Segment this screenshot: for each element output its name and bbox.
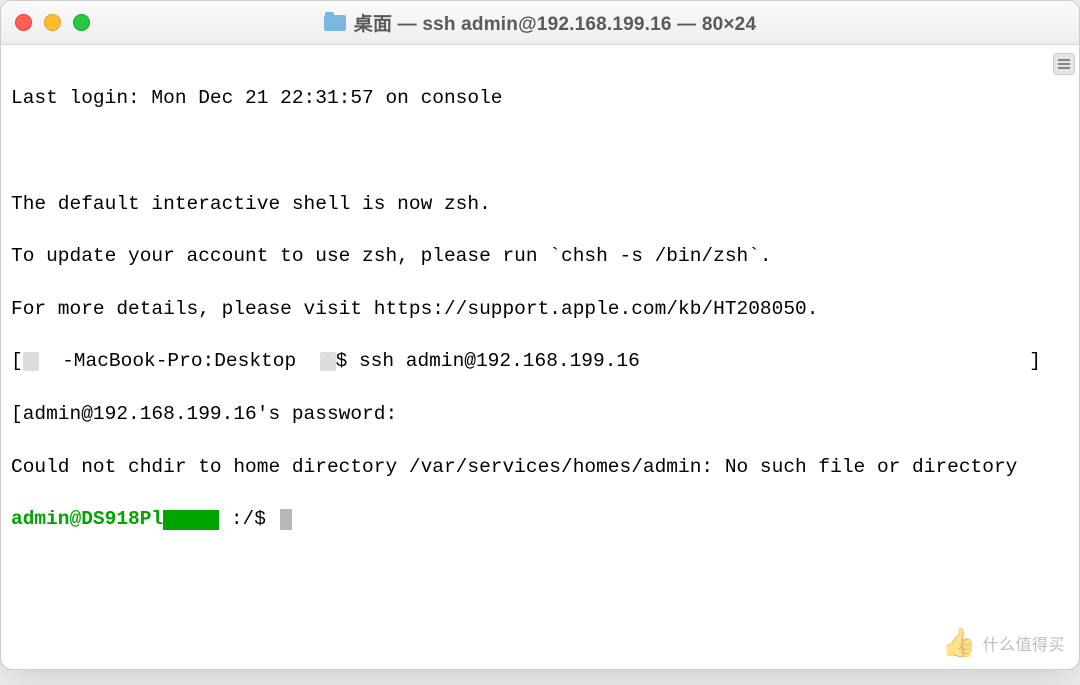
watermark-text: 什么值得买: [982, 631, 1065, 655]
traffic-lights: [15, 14, 90, 31]
titlebar: 桌面 — ssh admin@192.168.199.16 — 80×24: [1, 1, 1079, 45]
prompt-path: :/$: [219, 508, 278, 530]
terminal-line: Last login: Mon Dec 21 22:31:57 on conso…: [11, 85, 1069, 111]
terminal-line: Could not chdir to home directory /var/s…: [11, 454, 1069, 480]
terminal-output[interactable]: Last login: Mon Dec 21 22:31:57 on conso…: [1, 45, 1079, 669]
terminal-line: [11, 138, 1069, 164]
thumb-icon: 👍: [942, 626, 977, 659]
minimize-button[interactable]: [44, 14, 61, 31]
redacted-icon: [320, 352, 336, 372]
bracket: ]: [1029, 348, 1069, 374]
terminal-line: The default interactive shell is now zsh…: [11, 191, 1069, 217]
prompt-user: admin@DS918Pl: [11, 508, 163, 530]
window-title: 桌面 — ssh admin@192.168.199.16 — 80×24: [354, 9, 756, 36]
command-text: $ ssh admin@192.168.199.16: [336, 350, 640, 372]
scroll-indicator[interactable]: [1053, 53, 1075, 75]
folder-icon: [324, 15, 346, 31]
redacted-icon: [23, 352, 39, 372]
terminal-window: 桌面 — ssh admin@192.168.199.16 — 80×24 La…: [0, 0, 1080, 670]
terminal-line: [ -MacBook-Pro:Desktop $ ssh admin@192.1…: [11, 348, 1069, 374]
terminal-line: For more details, please visit https://s…: [11, 296, 1069, 322]
close-button[interactable]: [15, 14, 32, 31]
cursor: [280, 509, 293, 530]
redacted-block: [163, 510, 219, 530]
terminal-line: To update your account to use zsh, pleas…: [11, 243, 1069, 269]
prompt-line: admin@DS918Pl :/$: [11, 506, 1069, 532]
watermark: 👍 什么值得买: [942, 626, 1065, 659]
hostname-text: -MacBook-Pro:Desktop: [39, 350, 320, 372]
zoom-button[interactable]: [73, 14, 90, 31]
window-title-container: 桌面 — ssh admin@192.168.199.16 — 80×24: [1, 9, 1079, 36]
terminal-line: [admin@192.168.199.16's password:: [11, 401, 1069, 427]
bracket: [: [11, 350, 23, 372]
